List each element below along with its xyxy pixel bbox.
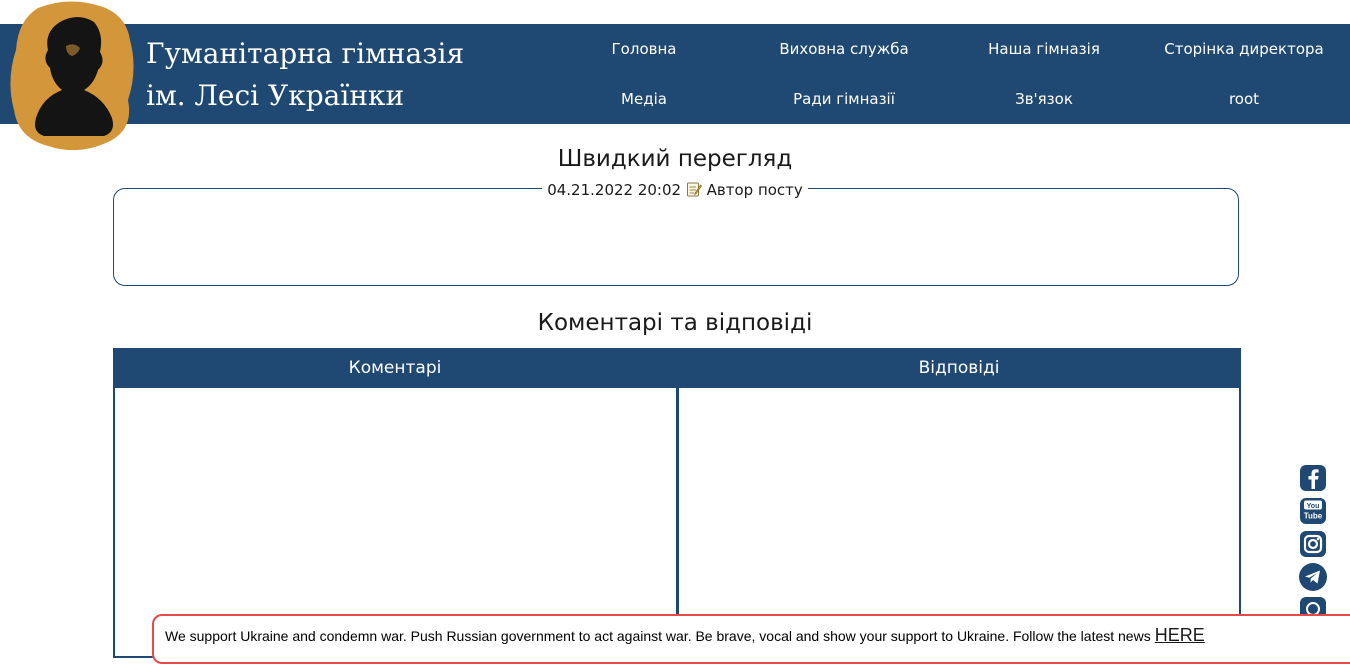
telegram-icon: [1299, 563, 1327, 591]
nav-item-home[interactable]: Головна: [544, 24, 744, 74]
post-meta: 04.21.2022 20:02 Автор посту: [0, 180, 1350, 200]
nav-item-education-service[interactable]: Виховна служба: [744, 24, 944, 74]
instagram-icon: [1300, 531, 1326, 557]
nav-item-media[interactable]: Медіа: [544, 74, 744, 124]
youtube-icon: You Tube: [1300, 498, 1326, 524]
ukraine-support-banner: We support Ukraine and condemn war. Push…: [152, 614, 1350, 664]
nav-item-councils[interactable]: Ради гімназії: [744, 74, 944, 124]
quick-view-title: Швидкий перегляд: [557, 146, 793, 172]
site-title-line2: ім. Лесі Українки: [146, 79, 405, 112]
site-title[interactable]: Гуманітарна гімназія ім. Лесі Українки: [146, 33, 464, 117]
nav-item-our-gymnasium[interactable]: Наша гімназія: [944, 24, 1144, 74]
facebook-icon: [1300, 465, 1326, 491]
banner-text: We support Ukraine and condemn war. Push…: [165, 628, 1151, 644]
social-links: You Tube: [1298, 463, 1328, 628]
nav-item-root[interactable]: root: [1144, 74, 1344, 124]
instagram-link[interactable]: [1298, 529, 1328, 559]
comments-title: Коментарі та відповіді: [537, 310, 813, 336]
svg-text:You: You: [1307, 503, 1320, 510]
comments-column-header: Коментарі: [348, 358, 442, 378]
main-nav: Головна Виховна служба Наша гімназія Сто…: [544, 24, 1344, 124]
svg-text:Tube: Tube: [1304, 512, 1323, 521]
memo-icon: [686, 182, 702, 197]
post-author: Автор посту: [706, 181, 803, 199]
post-date: 04.21.2022 20:02: [547, 181, 682, 199]
youtube-link[interactable]: You Tube: [1298, 496, 1328, 526]
nav-item-contact[interactable]: Зв'язок: [944, 74, 1144, 124]
nav-item-director-page[interactable]: Сторінка директора: [1144, 24, 1344, 74]
logo[interactable]: [8, 0, 136, 152]
comments-table-header: Коментарі Відповіді: [113, 348, 1241, 388]
telegram-link[interactable]: [1298, 562, 1328, 592]
site-title-line1: Гуманітарна гімназія: [146, 37, 465, 70]
banner-here-link[interactable]: HERE: [1155, 625, 1205, 645]
replies-column-header: Відповіді: [918, 358, 1000, 378]
facebook-link[interactable]: [1298, 463, 1328, 493]
post-box: [113, 188, 1239, 286]
